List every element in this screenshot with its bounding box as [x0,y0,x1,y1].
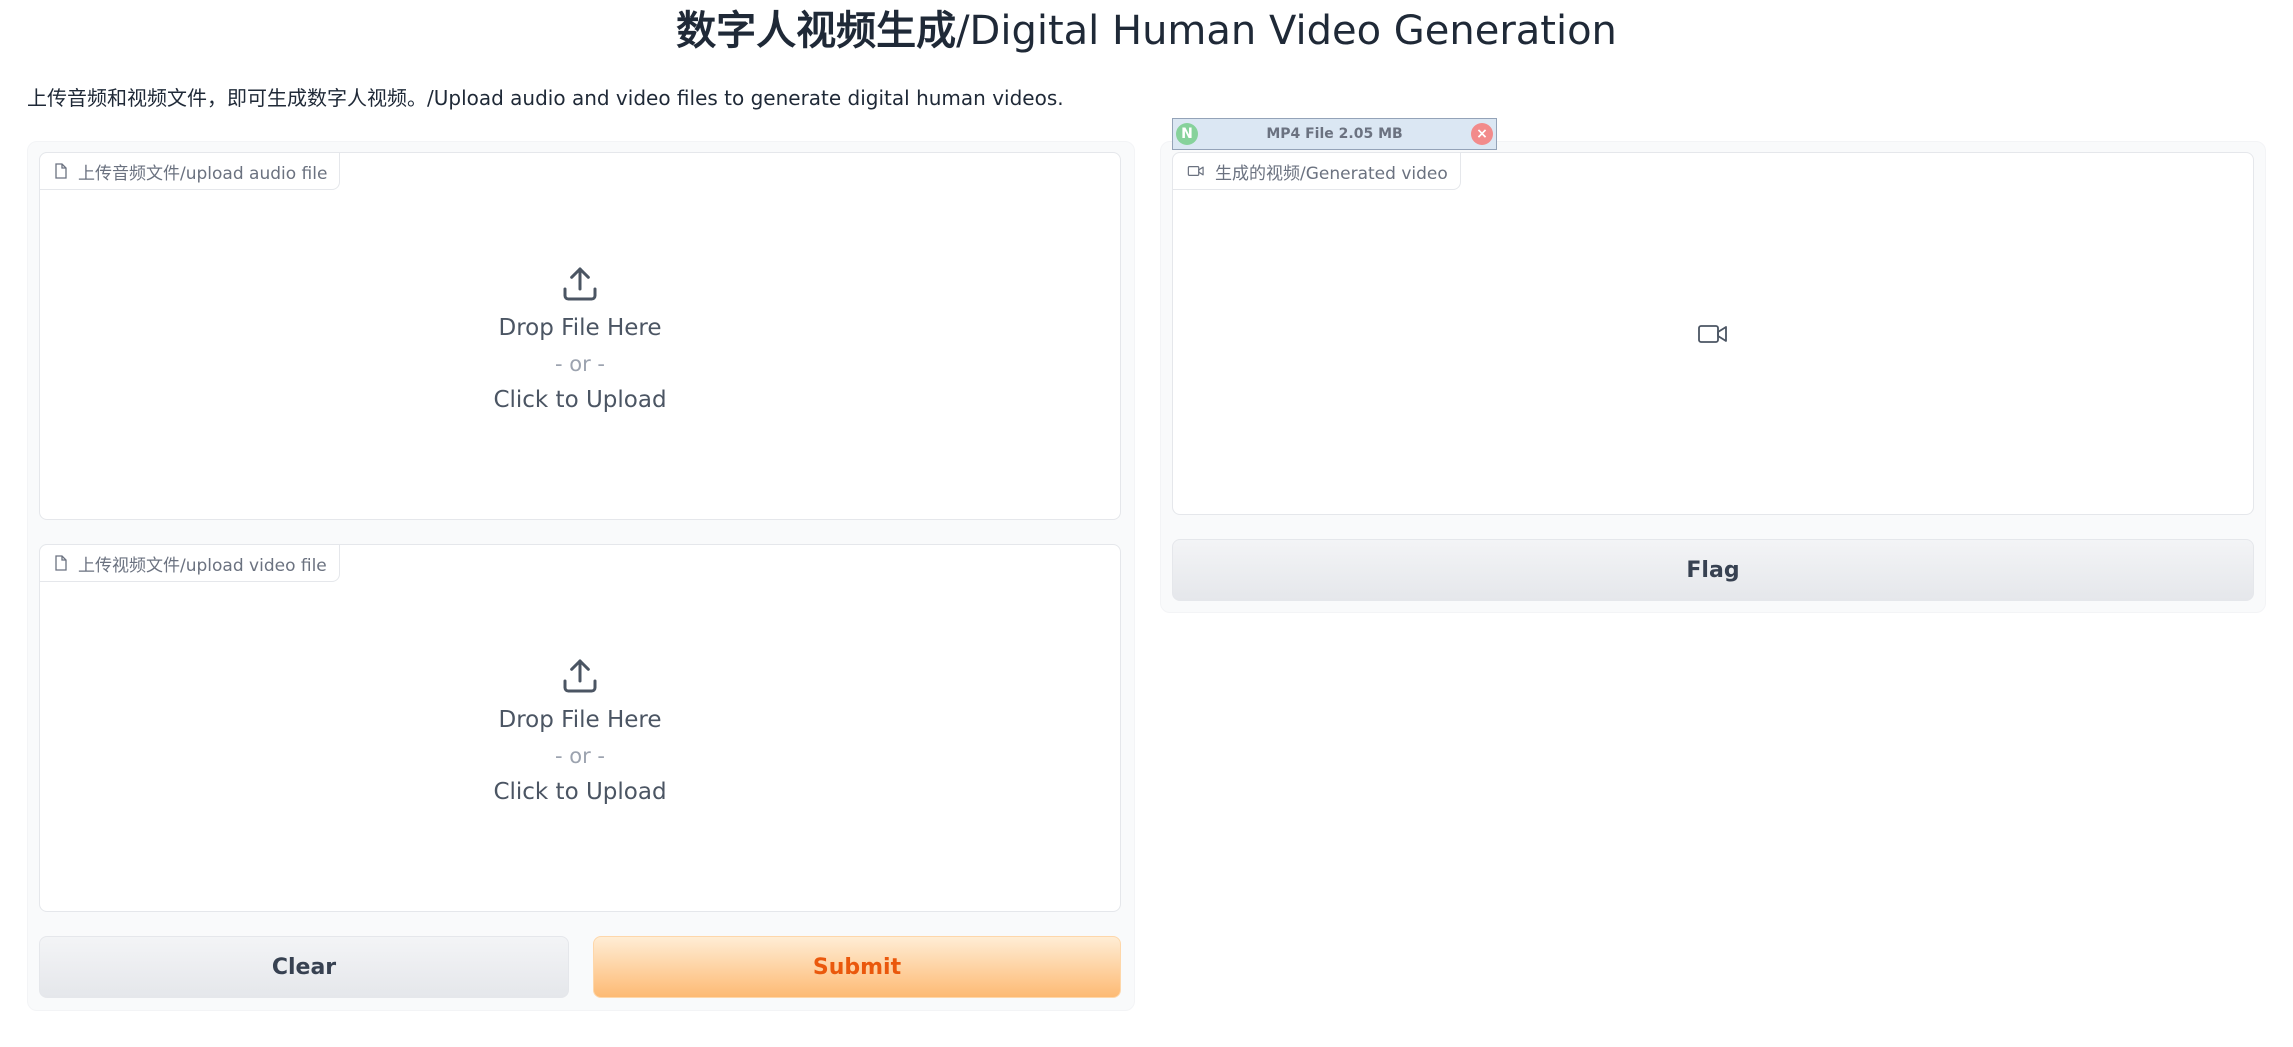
page-title-en: /Digital Human Video Generation [956,8,1617,54]
video-placeholder [1173,153,2253,514]
page: 数字人视频生成/Digital Human Video Generation 上… [0,0,2293,1047]
audio-drop-text: Drop File Here [498,315,662,341]
audio-upload-block: Drop File Here - or - Click to Upload 上传… [39,152,1121,520]
close-icon[interactable]: × [1470,123,1493,145]
video-or-text: - or - [555,744,605,768]
video-drop-text: Drop File Here [498,707,662,733]
upload-icon [563,267,597,301]
file-icon [55,555,67,571]
video-upload-label-text: 上传视频文件/upload video file [78,555,327,576]
video-upload-block: Drop File Here - or - Click to Upload 上传… [39,544,1121,912]
media-download-bar[interactable]: N MP4 File 2.05 MB × [1172,118,1497,150]
page-title: 数字人视频生成/Digital Human Video Generation [0,6,2293,56]
video-click-text: Click to Upload [493,779,667,805]
media-bar-text: MP4 File 2.05 MB [1266,126,1403,142]
audio-click-text: Click to Upload [493,387,667,413]
flag-button[interactable]: Flag [1172,539,2254,601]
upload-icon [563,659,597,693]
media-bar-logo-icon: N [1176,123,1198,145]
page-description: 上传音频和视频文件，即可生成数字人视频。/Upload audio and vi… [27,86,1064,110]
video-camera-icon [1187,166,1204,176]
generated-video-label-text: 生成的视频/Generated video [1215,163,1448,184]
audio-dropzone[interactable]: Drop File Here - or - Click to Upload [40,153,1120,519]
audio-upload-label-text: 上传音频文件/upload audio file [78,163,328,184]
clear-button[interactable]: Clear [39,936,569,998]
submit-button[interactable]: Submit [593,936,1121,998]
file-icon [55,163,67,179]
audio-or-text: - or - [555,352,605,376]
generated-video-block: 生成的视频/Generated video [1172,152,2254,515]
video-upload-label: 上传视频文件/upload video file [39,544,340,582]
generated-video-label: 生成的视频/Generated video [1172,152,1461,190]
video-camera-icon [1698,324,1727,343]
audio-upload-label: 上传音频文件/upload audio file [39,152,341,190]
page-title-zh: 数字人视频生成 [676,8,957,54]
video-dropzone[interactable]: Drop File Here - or - Click to Upload [40,545,1120,911]
